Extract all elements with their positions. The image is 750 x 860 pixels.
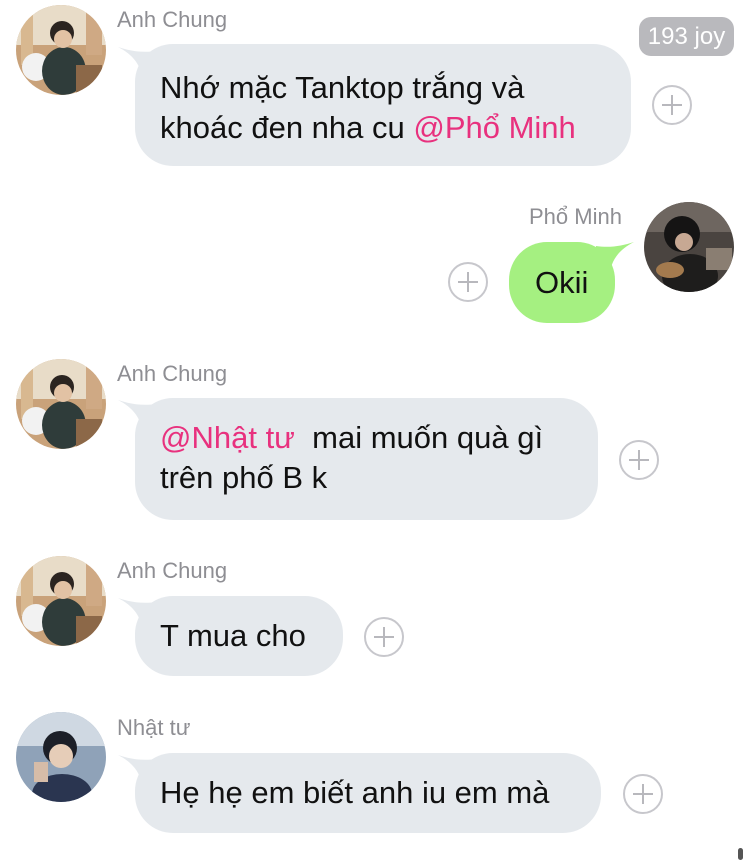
sender-name: Nhật tư	[117, 715, 191, 740]
message-text: mai muốn quà gì	[294, 420, 544, 455]
avatar-anh-chung-image	[16, 556, 106, 646]
add-reaction-button[interactable]	[448, 262, 488, 302]
message-line: Nhớ mặc Tanktop trắng và	[160, 68, 631, 108]
avatar-anh-chung[interactable]	[16, 556, 106, 646]
add-reaction-button[interactable]	[623, 774, 663, 814]
message-line: Okii	[535, 263, 615, 303]
message-text: T mua cho	[160, 618, 306, 653]
message-text: Hẹ hẹ em biết anh iu em mà	[160, 775, 550, 810]
avatar-anh-chung[interactable]	[16, 5, 106, 95]
avatar-anh-chung-image	[16, 5, 106, 95]
reaction-label: joy	[694, 23, 726, 50]
mention-link[interactable]: @Phổ Minh	[413, 110, 575, 145]
message-bubble[interactable]: @Nhật tư mai muốn quà gì trên phố B k	[135, 398, 598, 520]
message-line: khoác đen nha cu @Phổ Minh	[160, 108, 631, 148]
avatar-pho-minh[interactable]	[644, 202, 734, 292]
avatar-nhat-tu-image	[16, 712, 106, 802]
message-line: Hẹ hẹ em biết anh iu em mà	[160, 773, 601, 813]
sender-name: Anh Chung	[117, 361, 228, 386]
mention-link[interactable]: @Nhật tư	[160, 420, 295, 455]
avatar-anh-chung-image	[16, 359, 106, 449]
chat-thread: Anh Chung 193 joy Nhớ mặc Tanktop trắng …	[0, 0, 750, 860]
message-text: Okii	[535, 265, 589, 300]
message-bubble[interactable]: Okii	[509, 242, 615, 323]
message-line: T mua cho	[160, 616, 343, 656]
message-bubble[interactable]: T mua cho	[135, 596, 343, 676]
sender-name: Anh Chung	[117, 558, 228, 583]
avatar-pho-minh-image	[644, 202, 734, 292]
message-text: Nhớ mặc Tanktop trắng và	[160, 70, 525, 105]
sender-name: Phổ Minh	[529, 204, 622, 229]
message-text: khoác đen nha cu	[160, 110, 414, 145]
add-reaction-button[interactable]	[652, 85, 692, 125]
reaction-count-badge[interactable]: 193 joy	[639, 17, 734, 56]
avatar-anh-chung[interactable]	[16, 359, 106, 449]
avatar-nhat-tu[interactable]	[16, 712, 106, 802]
message-text: trên phố B k	[160, 460, 328, 495]
message-line: trên phố B k	[160, 458, 598, 498]
reaction-count: 193	[647, 23, 688, 50]
sender-name: Anh Chung	[117, 7, 228, 32]
add-reaction-button[interactable]	[619, 440, 659, 480]
message-bubble[interactable]: Nhớ mặc Tanktop trắng và khoác đen nha c…	[135, 44, 631, 166]
message-bubble[interactable]: Hẹ hẹ em biết anh iu em mà	[135, 753, 601, 833]
add-reaction-button[interactable]	[364, 617, 404, 657]
scroll-indicator[interactable]	[738, 848, 743, 860]
message-line: @Nhật tư mai muốn quà gì	[160, 418, 598, 458]
